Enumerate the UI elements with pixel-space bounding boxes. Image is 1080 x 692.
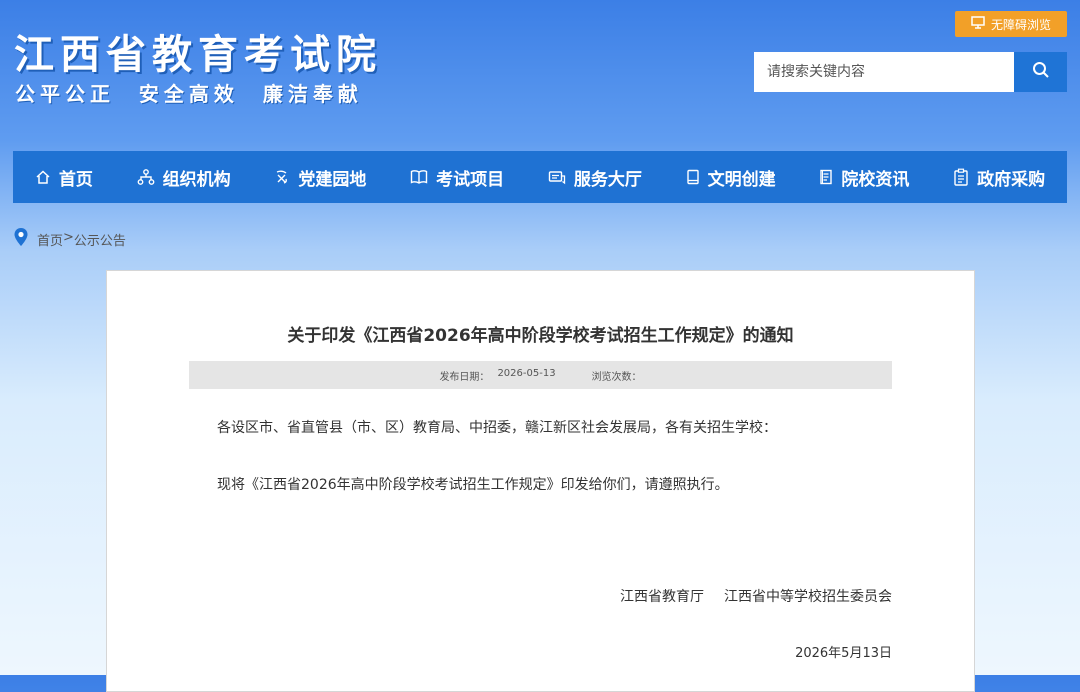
service-icon [548,169,566,185]
article-meta: 发布日期： 2026-05-13 浏览次数： [189,361,892,389]
nav-item-party-building[interactable]: 党建园地 [274,165,366,190]
nav-item-label: 考试项目 [436,169,505,190]
breadcrumb: 首页 > 公示公告 [13,227,126,251]
signature-org-education-dept: 江西省教育厅 [620,589,704,605]
org-chart-icon [137,169,155,185]
nav-item-label: 文明创建 [707,169,776,190]
nav-item-exam-projects[interactable]: 考试项目 [410,165,504,190]
signature-date: 2026年5月13日 [795,646,892,661]
nav-item-service-hall[interactable]: 服务大厅 [548,165,642,190]
article-title: 关于印发《江西省2026年高中阶段学校考试招生工作规定》的通知 [287,326,794,346]
article-panel: 关于印发《江西省2026年高中阶段学校考试招生工作规定》的通知 发布日期： 20… [106,270,975,692]
nav-item-label: 院校资讯 [841,169,910,190]
breadcrumb-current: 公示公告 [73,233,126,249]
nav-item-organization[interactable]: 组织机构 [137,165,231,190]
document-icon [819,169,833,185]
nav-item-procurement[interactable]: 政府采购 [953,165,1045,190]
publish-date: 2026-05-13 [497,367,556,379]
signature-org-admissions-committee: 江西省中等学校招生委员会 [724,589,892,605]
home-icon [35,169,51,185]
search-box [754,52,1014,92]
nav-item-home[interactable]: 首页 [35,165,93,190]
nav-item-label: 服务大厅 [573,169,642,190]
nav-item-label: 组织机构 [162,169,231,190]
article-recipients: 各设区市、省直管县（市、区）教育局、中招委，赣江新区社会发展局，各有关招生学校： [217,420,777,436]
accessibility-label: 无障碍浏览 [990,17,1051,32]
publish-date-label: 发布日期： [439,371,490,383]
breadcrumb-home-link[interactable]: 首页 [37,230,63,249]
party-building-icon [274,169,290,185]
breadcrumb-separator: > [63,229,74,245]
monitor-icon [971,16,985,32]
views-label: 浏览次数： [591,371,642,383]
site-title: 江西省教育考试院 [14,32,382,78]
nav-item-civilization[interactable]: 文明创建 [686,165,776,190]
nav-item-label: 首页 [58,169,93,190]
search-input[interactable] [754,52,1014,92]
signature-orgs: 江西省教育厅 江西省中等学校招生委员会 [620,586,892,606]
clipboard-icon [953,168,969,186]
location-pin-icon [13,227,29,251]
book-icon [410,169,428,185]
nav-item-label: 党建园地 [298,169,367,190]
site-slogan: 公平公正 安全高效 廉洁奉献 [15,82,363,106]
notebook-icon [686,169,700,185]
nav-item-label: 政府采购 [977,169,1046,190]
search-button[interactable] [1014,52,1067,92]
main-nav: 首页 组织机构 党建园地 考试项目 服务大厅 文明创建 院校资讯 政府采购 [13,151,1067,203]
article-paragraph: 现将《江西省2026年高中阶段学校考试招生工作规定》印发给你们，请遵照执行。 [217,477,729,493]
nav-item-school-news[interactable]: 院校资讯 [819,165,909,190]
search-icon [1032,61,1050,83]
accessibility-button[interactable]: 无障碍浏览 [955,11,1067,37]
